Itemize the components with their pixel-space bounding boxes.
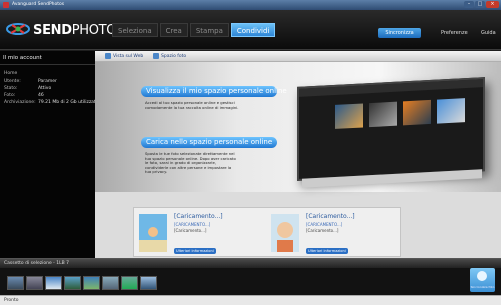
preferences-link[interactable]: Preferenze [441,30,468,36]
preview-thumb [437,98,465,124]
selection-drawer-label: Cassetto di selezione - 1LB 7 [4,261,69,266]
more-info-button[interactable]: Ulteriori informazioni [306,248,348,254]
preview-thumb [403,99,431,126]
field-photos-label: Foto: [4,93,16,98]
field-user-value: Paramer [38,79,57,84]
tab-stampa[interactable]: Stampa [189,23,229,37]
view-online-space-button[interactable]: Visualizza il mio spazio personale onlin… [141,86,287,97]
field-photos-value: 46 [38,93,44,98]
tab-seleziona[interactable]: Seleziona [112,23,158,37]
laptop-preview-image [297,77,485,181]
field-storage: Archiviazione: 79.21 Mb di 2 Gb utilizzat… [4,100,98,105]
tab-crea[interactable]: Crea [159,23,188,37]
tab-condividi[interactable]: Condividi [230,23,276,37]
field-storage-label: Archiviazione: [4,100,36,105]
field-user: Utente: Paramer [4,79,57,84]
app-logo-text: SENDPHOTOS [33,23,125,38]
logo-bold: SEND [33,23,72,38]
main-tabs: Seleziona Crea Stampa Condividi [112,23,276,37]
guide-link[interactable]: Guida [481,30,496,36]
app-icon [3,2,9,8]
selection-drawer [0,268,501,295]
close-button[interactable]: × [486,1,499,8]
sidebar-divider [0,64,95,65]
drawer-thumbnail[interactable] [7,276,24,290]
sidebar-title: Il mio account [3,55,42,61]
view-online-text: Accedi al tuo spazio personale online e … [145,100,239,110]
card-image-portrait [271,214,299,252]
field-photos: Foto: 46 [4,93,44,98]
upload-online-text: Sposta le tue foto selezionate direttame… [145,151,236,175]
card-image-beach [139,214,167,252]
share-main-panel: Vista sul Web Spazio foto Visualizza il … [95,51,501,258]
drawer-thumbnail[interactable] [121,276,138,290]
drawer-thumbnail[interactable] [83,276,100,290]
field-user-label: Utente: [4,79,21,84]
photo-space-button[interactable]: Spazio foto [153,53,186,59]
card-subtitle: [CARICAMENTO...] [306,222,343,227]
globe-icon [477,271,487,281]
account-sidebar: Il mio account Home Utente: Paramer Stato… [0,51,98,258]
status-bar: Pronto [0,295,501,305]
app-header: SENDPHOTOS Seleziona Crea Stampa Condivi… [0,10,501,50]
sync-photos-label: Sincronizza foto [470,285,495,289]
folder-icon [153,53,159,59]
drawer-thumbnail[interactable] [140,276,157,290]
promo-stage: Visualizza il mio spazio personale onlin… [95,62,501,192]
card-detail: [Caricamento...] [306,228,339,233]
preview-thumb [369,101,397,128]
preview-header [299,79,483,97]
card-title: [Caricamento...] [306,213,355,220]
drawer-thumbnail[interactable] [45,276,62,290]
sendphotos-logo-icon [6,23,30,35]
maximize-button[interactable]: □ [475,1,485,8]
web-view-button[interactable]: Vista sul Web [105,53,143,59]
field-storage-value: 79.21 Mb di 2 Gb utilizzato [38,100,99,105]
share-toolbar: Vista sul Web Spazio foto [95,51,501,62]
field-status-value: Attivo [38,86,52,91]
window-title: Avanguard SendPhotos [12,2,65,7]
globe-icon [105,53,111,59]
field-status: Stato: Attivo [4,86,51,91]
status-text: Pronto [4,298,19,303]
drawer-thumbnail[interactable] [102,276,119,290]
info-cards-panel: [Caricamento...] [CARICAMENTO...] [Caric… [133,207,401,257]
window-titlebar: Avanguard SendPhotos – □ × [0,0,501,10]
sync-photos-button[interactable]: Sincronizza foto [470,268,495,292]
more-info-button[interactable]: Ulteriori informazioni [174,248,216,254]
drawer-thumbnail[interactable] [64,276,81,290]
card-title: [Caricamento...] [174,213,223,220]
card-subtitle: [CARICAMENTO...] [174,222,211,227]
web-view-label: Vista sul Web [113,53,144,59]
card-detail: [Caricamento...] [174,228,207,233]
minimize-button[interactable]: – [464,1,474,8]
selection-drawer-bar[interactable]: Cassetto di selezione - 1LB 7 [0,258,501,268]
sync-button[interactable]: Sincronizza [378,28,421,38]
sidebar-home-link[interactable]: Home [4,71,17,76]
field-status-label: Stato: [4,86,18,91]
drawer-thumbnail[interactable] [26,276,43,290]
upload-online-space-button[interactable]: Carica nello spazio personale online [141,137,277,148]
photo-space-label: Spazio foto [161,53,187,59]
preview-thumb [335,103,363,129]
